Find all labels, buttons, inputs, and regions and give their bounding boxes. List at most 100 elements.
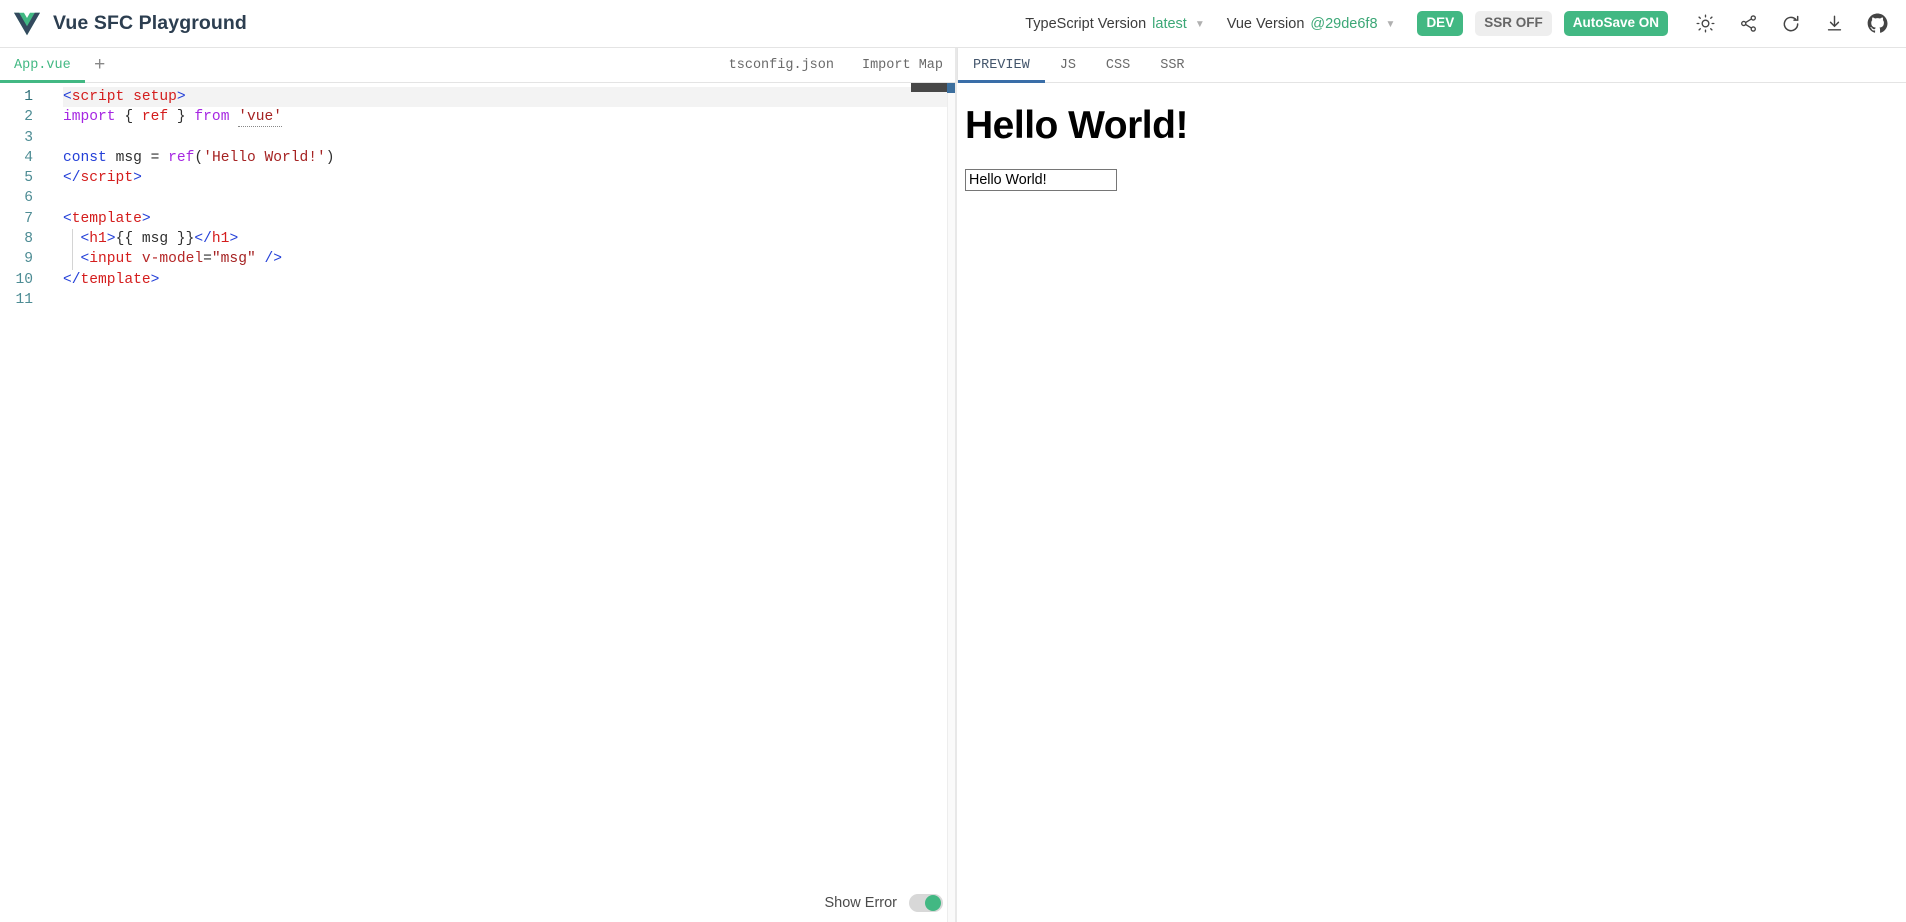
code-token: "msg" (211, 251, 256, 268)
code-token: < (63, 170, 72, 187)
editor-horizontal-scrollbar[interactable] (911, 83, 947, 92)
code-token: > (106, 231, 116, 248)
code-line[interactable] (63, 290, 957, 310)
code-token: / (203, 231, 212, 248)
code-token: } (176, 109, 186, 126)
tab-ssr[interactable]: SSR (1145, 48, 1199, 82)
code-token: ( (194, 149, 204, 166)
line-number: 9 (24, 251, 33, 268)
code-line[interactable]: const msg = ref('Hello World!') (63, 148, 957, 168)
show-error-toggle[interactable] (909, 894, 943, 912)
code-line[interactable]: <h1>{{ msg }}</h1> (63, 229, 957, 249)
add-file-button[interactable]: + (85, 48, 115, 82)
typescript-version-value: latest (1152, 15, 1187, 32)
code-line[interactable]: </script> (63, 168, 957, 188)
code-token: h1 (89, 231, 107, 248)
indent-guide (72, 229, 73, 270)
line-number: 7 (24, 210, 33, 227)
code-line[interactable]: <template> (63, 209, 957, 229)
code-line[interactable] (63, 188, 957, 208)
code-line[interactable]: </template> (63, 270, 957, 290)
tab-js[interactable]: JS (1045, 48, 1091, 82)
code-token: const (63, 149, 107, 166)
code-line[interactable]: <script setup> (63, 87, 957, 108)
ssr-toggle-button[interactable]: SSR OFF (1475, 11, 1552, 36)
output-pane: PREVIEW JS CSS SSR Hello World! (957, 48, 1906, 922)
download-icon[interactable] (1819, 9, 1849, 39)
code-token: < (194, 231, 204, 248)
editor-pane: App.vue + tsconfig.json Import Map 1 2 3 4 5… (0, 48, 957, 922)
code-token: > (176, 89, 186, 105)
code-token: > (229, 231, 239, 248)
vue-version-value: @29de6f8 (1310, 15, 1378, 32)
line-number: 10 (15, 271, 33, 288)
file-tab-label: App.vue (14, 57, 71, 73)
output-tab-label: CSS (1105, 57, 1131, 73)
code-token: msg (115, 149, 142, 166)
output-tab-label: PREVIEW (973, 57, 1030, 73)
tab-css[interactable]: CSS (1091, 48, 1145, 82)
line-number: 1 (24, 89, 33, 105)
line-number: 4 (24, 149, 33, 166)
file-tab-bar-right: tsconfig.json Import Map (715, 48, 957, 82)
code-area: 1 2 3 4 5 6 7 8 9 10 11 <script setup> import { ref… (0, 83, 957, 310)
code-token: input (89, 251, 134, 268)
autosave-toggle-button[interactable]: AutoSave ON (1563, 11, 1668, 36)
code-token: v-model (141, 251, 204, 268)
code-token: template (80, 271, 151, 288)
code-token: from (194, 109, 230, 126)
code-token: ref (141, 109, 169, 126)
pane-splitter[interactable] (955, 48, 957, 922)
page-title: Vue SFC Playground (53, 12, 247, 34)
code-token: > (133, 170, 142, 187)
code-token: {{ msg }} (115, 231, 195, 248)
file-tab-tsconfig[interactable]: tsconfig.json (715, 48, 848, 82)
preview-message-input[interactable] (965, 168, 1117, 191)
code-editor[interactable]: 1 2 3 4 5 6 7 8 9 10 11 <script setup> import { ref… (0, 83, 957, 922)
sun-icon[interactable] (1690, 9, 1720, 39)
typescript-version-selector[interactable]: TypeScript Version latest ▼ (1025, 16, 1204, 32)
code-line[interactable]: import { ref } from 'vue' (63, 107, 957, 128)
vue-version-label: Vue Version (1226, 15, 1305, 32)
header-controls: TypeScript Version latest ▼ Vue Version … (1025, 9, 1892, 39)
code-token: < (80, 251, 90, 268)
code-line[interactable]: <input v-model="msg" /> (63, 249, 957, 269)
reload-icon[interactable] (1776, 9, 1806, 39)
code-token: > (150, 271, 160, 288)
preview-heading: Hello World! (965, 104, 1188, 147)
vue-version-selector[interactable]: Vue Version @29de6f8 ▼ (1227, 16, 1396, 32)
code-token: / (71, 170, 81, 187)
file-tab-import-map[interactable]: Import Map (848, 48, 957, 82)
code-token: template (71, 210, 142, 227)
output-tab-label: JS (1059, 57, 1076, 73)
main-split: App.vue + tsconfig.json Import Map 1 2 3 4 5… (0, 48, 1906, 922)
share-icon[interactable] (1733, 9, 1763, 39)
line-number: 5 (24, 170, 33, 187)
tab-preview[interactable]: PREVIEW (958, 48, 1045, 83)
code-token: > (141, 210, 151, 227)
code-token: script (80, 170, 134, 187)
code-token: script (71, 89, 125, 105)
file-tab-label: tsconfig.json (728, 57, 834, 73)
preview-frame: Hello World! (957, 83, 1906, 922)
output-tab-label: SSR (1160, 57, 1185, 73)
file-tab-label: Import Map (861, 57, 943, 73)
line-number-gutter: 1 2 3 4 5 6 7 8 9 10 11 (0, 87, 42, 310)
github-icon[interactable] (1862, 9, 1892, 39)
code-lines[interactable]: <script setup> import { ref } from 'vue' … (42, 87, 957, 310)
line-number: 11 (15, 291, 33, 308)
code-token: / (71, 271, 81, 288)
file-tab-app-vue[interactable]: App.vue (0, 48, 85, 83)
code-line[interactable] (63, 128, 957, 148)
dev-prod-toggle-button[interactable]: DEV (1417, 11, 1464, 36)
code-token: < (63, 271, 72, 288)
code-token: /> (264, 251, 282, 268)
